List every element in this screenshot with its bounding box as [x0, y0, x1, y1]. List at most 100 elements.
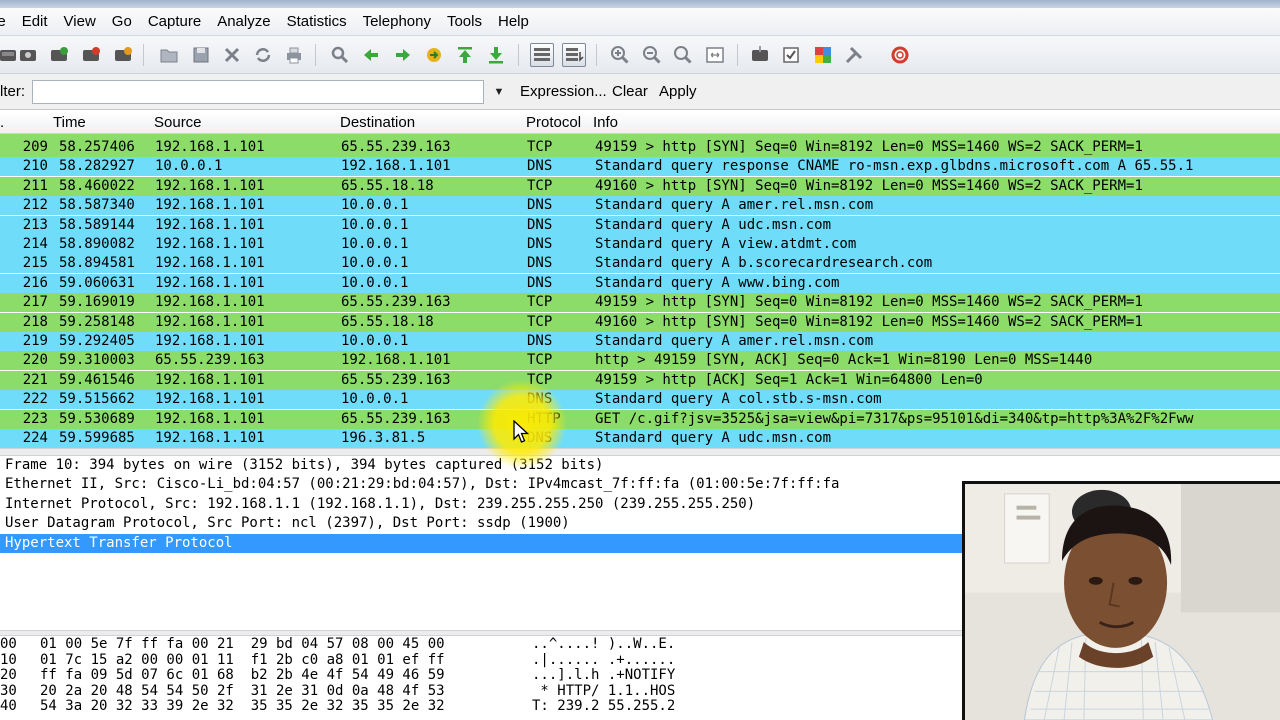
bytes-offset: 40: [0, 698, 17, 714]
packet-destination: 192.168.1.101: [341, 352, 451, 369]
close-file-icon[interactable]: [220, 43, 244, 67]
packet-info: http > 49159 [SYN, ACK] Seq=0 Ack=1 Win=…: [595, 352, 1093, 369]
go-to-last-packet-icon[interactable]: [484, 43, 508, 67]
packet-row[interactable]: 218 59.258148 192.168.1.101 65.55.18.18 TCP 4…: [0, 312, 1280, 332]
column-header-destination[interactable]: Destination: [340, 114, 415, 131]
pane-splitter[interactable]: [0, 448, 1280, 456]
auto-scroll-icon[interactable]: [562, 43, 586, 67]
display-filter-input[interactable]: [32, 80, 484, 104]
packet-row[interactable]: 224 59.599685 192.168.1.101 196.3.81.5 DNS St…: [0, 429, 1280, 448]
packet-row[interactable]: 209 58.257406 192.168.1.101 65.55.239.163 TC…: [0, 138, 1280, 157]
go-forward-icon[interactable]: [391, 43, 415, 67]
coloring-rules-icon[interactable]: [811, 43, 835, 67]
packet-row[interactable]: 221 59.461546 192.168.1.101 65.55.239.163 TC…: [0, 370, 1280, 390]
print-icon[interactable]: [282, 43, 306, 67]
detail-tree-item[interactable]: Ethernet II, Src: Cisco-Li_bd:04:57 (00:…: [0, 475, 962, 494]
reload-icon[interactable]: [251, 43, 275, 67]
packet-list[interactable]: 209 58.257406 192.168.1.101 65.55.239.163 TC…: [0, 134, 1280, 448]
packet-info: Standard query response CNAME ro-msn.exp…: [595, 158, 1194, 175]
bytes-row[interactable]: 10 01 7c 15 a2 00 00 01 11 f1 2b c0 a8 01…: [0, 652, 962, 668]
detail-tree-item[interactable]: Hypertext Transfer Protocol: [0, 533, 962, 553]
normal-size-icon[interactable]: [671, 43, 695, 67]
packet-info: 49159 > http [ACK] Seq=1 Ack=1 Win=64800…: [595, 371, 983, 388]
detail-tree-item[interactable]: Internet Protocol, Src: 192.168.1.1 (192…: [0, 495, 962, 514]
menu-go[interactable]: Go: [104, 8, 140, 36]
packet-row[interactable]: 215 58.894581 192.168.1.101 10.0.0.1 DNS Stan…: [0, 254, 1280, 274]
packet-source: 192.168.1.101: [155, 197, 265, 214]
menu-analyze[interactable]: Analyze: [209, 8, 278, 36]
filter-toolbar: lter: ▼ Expression... Clear Apply: [0, 74, 1280, 110]
apply-button[interactable]: Apply: [659, 83, 697, 100]
zoom-out-icon[interactable]: [640, 43, 664, 67]
column-header-info[interactable]: Info: [593, 114, 618, 131]
menu-edit[interactable]: Edit: [14, 8, 56, 36]
help-icon[interactable]: [888, 43, 912, 67]
open-file-icon[interactable]: [157, 43, 181, 67]
expression-button[interactable]: Expression...: [520, 83, 607, 100]
capture-filters-icon[interactable]: [748, 43, 772, 67]
packet-details-pane[interactable]: Frame 10: 394 bytes on wire (3152 bits),…: [0, 456, 962, 630]
bytes-ascii: T: 239.2 55.255.2: [532, 698, 676, 714]
bytes-row[interactable]: 40 54 3a 20 32 33 39 2e 32 35 35 2e 32 35…: [0, 699, 962, 714]
packet-row[interactable]: 214 58.890082 192.168.1.101 10.0.0.1 DNS Stan…: [0, 235, 1280, 254]
packet-row[interactable]: 223 59.530689 192.168.1.101 65.55.239.163 HT…: [0, 409, 1280, 429]
menu-tools[interactable]: Tools: [439, 8, 490, 36]
capture-start-icon[interactable]: [47, 43, 71, 67]
packet-source: 192.168.1.101: [155, 430, 265, 446]
detail-tree-item[interactable]: User Datagram Protocol, Src Port: ncl (2…: [0, 514, 962, 533]
capture-stop-icon[interactable]: [79, 43, 103, 67]
detail-tree-item[interactable]: Frame 10: 394 bytes on wire (3152 bits),…: [0, 456, 962, 475]
presenter-video-image: [965, 484, 1280, 720]
packet-row[interactable]: 217 59.169019 192.168.1.101 65.55.239.163 TC…: [0, 293, 1280, 313]
bytes-row[interactable]: 20 ff fa 09 5d 07 6c 01 68 b2 2b 4e 4f 54…: [0, 668, 962, 683]
display-filters-icon[interactable]: [779, 43, 803, 67]
packet-source: 192.168.1.101: [155, 333, 265, 349]
packet-row[interactable]: 216 59.060631 192.168.1.101 10.0.0.1 DNS Stan…: [0, 273, 1280, 293]
toolbar-separator: [143, 44, 144, 66]
packet-row[interactable]: 220 59.310003 65.55.239.163 192.168.1.101 TC…: [0, 351, 1280, 371]
packet-row[interactable]: 219 59.292405 192.168.1.101 10.0.0.1 DNS Stan…: [0, 332, 1280, 351]
packet-number: 222: [22, 391, 48, 408]
packet-protocol: DNS: [527, 391, 553, 408]
menu-view[interactable]: View: [56, 8, 104, 36]
packet-number: 215: [22, 255, 48, 272]
go-back-icon[interactable]: [359, 43, 383, 67]
find-packet-icon[interactable]: [328, 43, 352, 67]
packet-row[interactable]: 211 58.460022 192.168.1.101 65.55.18.18 TCP 4…: [0, 176, 1280, 196]
save-file-icon[interactable]: [189, 43, 213, 67]
go-to-packet-icon[interactable]: [422, 43, 446, 67]
bytes-hex: 20 2a 20 48 54 54 50 2f 31 2e 31 0d 0a 4…: [40, 682, 445, 699]
resize-columns-icon[interactable]: [703, 43, 727, 67]
packet-source: 192.168.1.101: [155, 410, 265, 427]
menu-statistics[interactable]: Statistics: [279, 8, 355, 36]
packet-row[interactable]: 212 58.587340 192.168.1.101 10.0.0.1 DNS Stan…: [0, 196, 1280, 216]
menu-file[interactable]: le: [0, 8, 14, 36]
filter-dropdown-icon[interactable]: ▼: [489, 82, 509, 102]
column-header-no[interactable]: .: [0, 114, 4, 131]
capture-options-icon[interactable]: [16, 43, 40, 67]
packet-protocol: TCP: [527, 313, 553, 330]
packet-time: 58.257406: [59, 139, 135, 155]
clear-button[interactable]: Clear: [612, 83, 648, 100]
packet-row[interactable]: 213 58.589144 192.168.1.101 10.0.0.1 DNS Stan…: [0, 215, 1280, 235]
bytes-row[interactable]: 00 01 00 5e 7f ff fa 00 21 29 bd 04 57 08…: [0, 637, 962, 652]
menu-telephony[interactable]: Telephony: [355, 8, 439, 36]
packet-info: 49160 > http [SYN] Seq=0 Win=8192 Len=0 …: [595, 177, 1143, 194]
column-header-protocol[interactable]: Protocol: [526, 114, 581, 131]
packet-number: 216: [22, 274, 48, 291]
go-to-first-packet-icon[interactable]: [453, 43, 477, 67]
bytes-row[interactable]: 30 20 2a 20 48 54 54 50 2f 31 2e 31 0d 0a…: [0, 682, 962, 699]
packet-bytes-pane[interactable]: 00 01 00 5e 7f ff fa 00 21 29 bd 04 57 08…: [0, 636, 962, 720]
packet-row[interactable]: 210 58.282927 10.0.0.1 192.168.1.101 DNS Stan…: [0, 157, 1280, 177]
packet-destination: 192.168.1.101: [341, 158, 451, 175]
capture-restart-icon[interactable]: [111, 43, 135, 67]
packet-source: 192.168.1.101: [155, 313, 265, 330]
preferences-icon[interactable]: [842, 43, 866, 67]
column-header-time[interactable]: Time: [53, 114, 86, 131]
column-header-source[interactable]: Source: [154, 114, 202, 131]
menu-capture[interactable]: Capture: [140, 8, 209, 36]
colorize-packet-list-icon[interactable]: [530, 43, 554, 67]
menu-help[interactable]: Help: [490, 8, 537, 36]
packet-row[interactable]: 222 59.515662 192.168.1.101 10.0.0.1 DNS Stan…: [0, 390, 1280, 410]
zoom-in-icon[interactable]: [608, 43, 632, 67]
